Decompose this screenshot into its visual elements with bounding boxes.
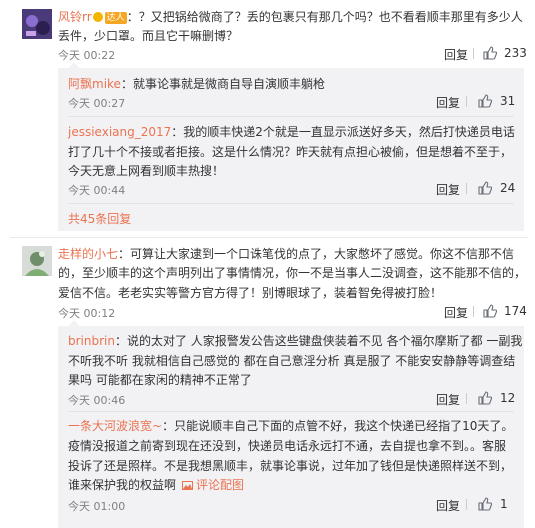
reply-text-line: 疫情没报道之前寄到现在还没到，快递员电话永远打不通，去自提也拿不到。。客服 bbox=[68, 439, 507, 453]
thumbs-up-icon[interactable] bbox=[478, 94, 493, 108]
like-count: 24 bbox=[500, 181, 516, 195]
reply-button[interactable]: 回复 bbox=[436, 497, 460, 514]
reply-button[interactable]: 回复 bbox=[444, 304, 468, 321]
comment-username[interactable]: 风铃rr bbox=[58, 10, 92, 24]
divider bbox=[473, 306, 474, 317]
reply-text-line: 一条大河波浪宽~：只能说顺丰自己下面的点管不好，我这个快递已经指了10天了。 bbox=[68, 419, 514, 433]
comment-text-line: 丢件，少口罩。而且它干嘛删博？ bbox=[58, 29, 239, 43]
user-badge: 达人 bbox=[104, 12, 127, 24]
image-icon bbox=[182, 481, 194, 490]
reply-username[interactable]: 阿飘mike bbox=[68, 77, 121, 91]
reply-button[interactable]: 回复 bbox=[436, 391, 460, 408]
thumbs-up-icon[interactable] bbox=[483, 46, 498, 60]
divider bbox=[10, 237, 528, 238]
like-count: 233 bbox=[504, 46, 527, 60]
divider bbox=[473, 48, 474, 59]
comment-text-line: 的，至少顺丰的这个声明列出了事情情况，你一不是当事人二没调查，这不能那不信的， bbox=[58, 266, 527, 280]
divider bbox=[466, 183, 467, 194]
thumbs-up-icon[interactable] bbox=[478, 181, 493, 195]
reply-text-line: jessiexiang_2017：我的顺丰快递2个就是一直显示派送好多天，然后打… bbox=[68, 125, 515, 139]
more-replies-link[interactable]: 共45条回复 bbox=[68, 210, 131, 227]
comment-text-line: 走样的小七：可算让大家逮到一个口诛笔伐的点了，大家憋坏了感觉。你这不信那不信 bbox=[58, 247, 515, 261]
reply-username[interactable]: jessiexiang_2017 bbox=[68, 125, 171, 139]
comment-picture-link[interactable]: 评论配图 bbox=[196, 478, 244, 492]
reply-text-line: 今天无意上网看到顺丰热搜！ bbox=[68, 164, 225, 178]
thumbs-up-icon[interactable] bbox=[478, 497, 493, 511]
comment-username[interactable]: 走样的小七 bbox=[58, 247, 118, 261]
reply-time: 今天 00:44 bbox=[68, 184, 126, 197]
divider bbox=[68, 203, 514, 204]
avatar[interactable] bbox=[22, 9, 52, 39]
reply-button[interactable]: 回复 bbox=[444, 46, 468, 63]
like-count: 31 bbox=[500, 94, 516, 108]
reply-time: 今天 00:46 bbox=[68, 394, 126, 407]
divider bbox=[68, 116, 514, 117]
reply-text-line: brinbrin：说的太对了 人家报警发公告这些键盘侠装着不见 各个福尔摩斯了都… bbox=[68, 334, 523, 348]
comment-time: 今天 00:12 bbox=[58, 307, 116, 320]
reply-time: 今天 00:27 bbox=[68, 97, 126, 110]
reply-button[interactable]: 回复 bbox=[436, 181, 460, 198]
like-count: 12 bbox=[500, 391, 516, 405]
reply-time: 今天 01:00 bbox=[68, 500, 126, 513]
divider bbox=[466, 499, 467, 510]
reply-text-line: 不听我不听 我就相信自己感觉的 都在自己意淫分析 真是服了 不能安安静静等调查结 bbox=[68, 354, 516, 368]
thumbs-up-icon[interactable] bbox=[478, 391, 493, 405]
avatar[interactable] bbox=[22, 246, 52, 276]
reply-text-line: 谁来保护我的权益啊 评论配图 bbox=[68, 478, 245, 492]
reply-text-line: 果吗 可能都在家闲的精神不正常了 bbox=[68, 373, 252, 387]
reply-username[interactable]: 一条大河波浪宽~ bbox=[68, 419, 162, 433]
comment-time: 今天 00:22 bbox=[58, 49, 116, 62]
divider bbox=[466, 96, 467, 107]
like-count: 1 bbox=[500, 497, 508, 511]
comment-text-line: 风铃rr 达人 ：？又把锅给微商了？丢的包裹只有那几个吗？也不看看顺丰那里有多少人 bbox=[58, 10, 523, 24]
reply-text-line: 阿飘mike：就事论事就是微商自导自演顺丰躺枪 bbox=[68, 77, 325, 91]
comment-text-line: 爱信不信。老老实实等警方官方得了！别博眼球了，装着智免得被打脸！ bbox=[58, 286, 443, 300]
divider bbox=[466, 393, 467, 404]
reply-username[interactable]: brinbrin bbox=[68, 334, 115, 348]
reply-arrow-icon bbox=[68, 320, 80, 327]
reply-text-line: 投诉了还是照样。不是我想黑顺丰，就事论事说，过年加了钱但是快递照样送不到， bbox=[68, 459, 513, 473]
reply-text-line: 打了几十个不接或者拒接。这是什么情况？昨天就有点担心被偷，但是想着不至于， bbox=[68, 145, 513, 159]
like-count: 174 bbox=[504, 304, 527, 318]
verified-icon bbox=[92, 12, 103, 22]
divider bbox=[68, 411, 514, 412]
reply-button[interactable]: 回复 bbox=[436, 94, 460, 111]
reply-arrow-icon bbox=[68, 62, 80, 69]
thumbs-up-icon[interactable] bbox=[483, 304, 498, 318]
